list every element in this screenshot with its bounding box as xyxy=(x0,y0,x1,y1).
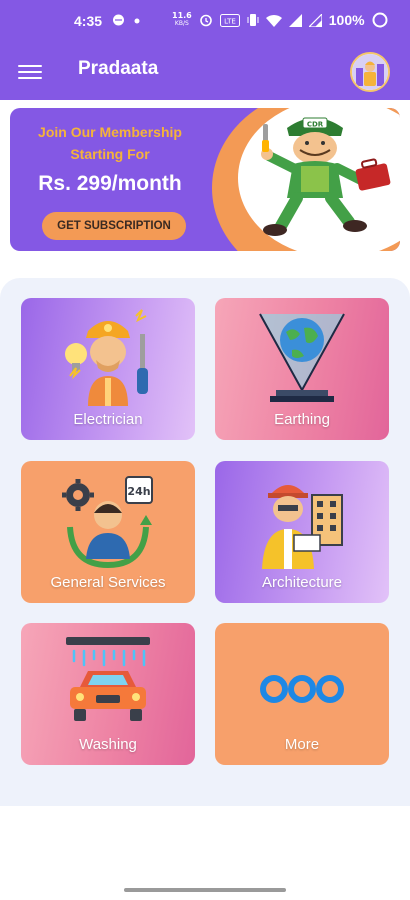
service-tile-general-services[interactable]: 24h General Services xyxy=(21,461,195,603)
hamburger-menu-icon[interactable] xyxy=(18,61,42,81)
app-bar: Pradaata xyxy=(0,45,410,100)
services-panel: Electrician Earthing 24h General Service… xyxy=(0,278,410,806)
svg-text:24h: 24h xyxy=(127,485,150,498)
network-speed: 11.6 xyxy=(172,11,192,20)
status-time: 4:35 xyxy=(74,13,103,29)
badge-text: CDR xyxy=(307,121,324,129)
battery-icon xyxy=(372,12,388,28)
network-speed-unit: KB/S xyxy=(174,20,189,27)
service-label: Architecture xyxy=(261,574,343,591)
service-label: More xyxy=(284,736,320,753)
earthing-globe-icon xyxy=(259,313,345,402)
wifi-icon xyxy=(265,14,282,27)
car-wash-icon xyxy=(66,637,150,721)
service-tile-architecture[interactable]: Architecture xyxy=(215,461,389,603)
service-label: Electrician xyxy=(73,411,143,428)
general-services-24h-icon: 24h xyxy=(62,476,153,569)
architect-icon xyxy=(262,485,343,569)
banner-price: Rs. 299/month xyxy=(38,172,182,195)
profile-avatar[interactable] xyxy=(350,52,390,92)
service-label: Earthing xyxy=(274,411,330,428)
service-tile-electrician[interactable]: Electrician xyxy=(21,298,195,440)
membership-banner[interactable]: Join Our Membership Starting For Rs. 299… xyxy=(10,108,400,251)
volte-icon: LTE xyxy=(219,13,240,27)
alarm-icon xyxy=(199,14,212,27)
more-dots-icon xyxy=(260,675,344,703)
dot-icon xyxy=(134,18,140,23)
service-label: General Services xyxy=(50,574,166,591)
chat-icon xyxy=(113,14,124,26)
service-tile-washing[interactable]: Washing xyxy=(21,623,195,765)
battery-percent: 100% xyxy=(328,12,365,28)
home-indicator[interactable] xyxy=(124,888,286,892)
banner-headline-1: Join Our Membership xyxy=(38,124,182,140)
service-label: Washing xyxy=(79,736,137,753)
service-tile-earthing[interactable]: Earthing xyxy=(215,298,389,440)
svg-text:LTE: LTE xyxy=(224,17,236,25)
vibrate-icon xyxy=(247,14,259,26)
signal-icon xyxy=(288,13,302,27)
electrician-icon xyxy=(65,309,148,406)
signal-2-icon xyxy=(308,13,322,27)
bottom-area xyxy=(0,806,410,900)
mechanic-illustration: CDR xyxy=(261,117,391,236)
banner-headline-2: Starting For xyxy=(70,146,150,162)
get-subscription-button[interactable]: GET SUBSCRIPTION xyxy=(42,212,186,240)
status-bar: 4:35 11.6 KB/S LTE 100% xyxy=(0,0,410,45)
service-tile-more[interactable]: More xyxy=(215,623,389,765)
app-title: Pradaata xyxy=(78,58,159,79)
